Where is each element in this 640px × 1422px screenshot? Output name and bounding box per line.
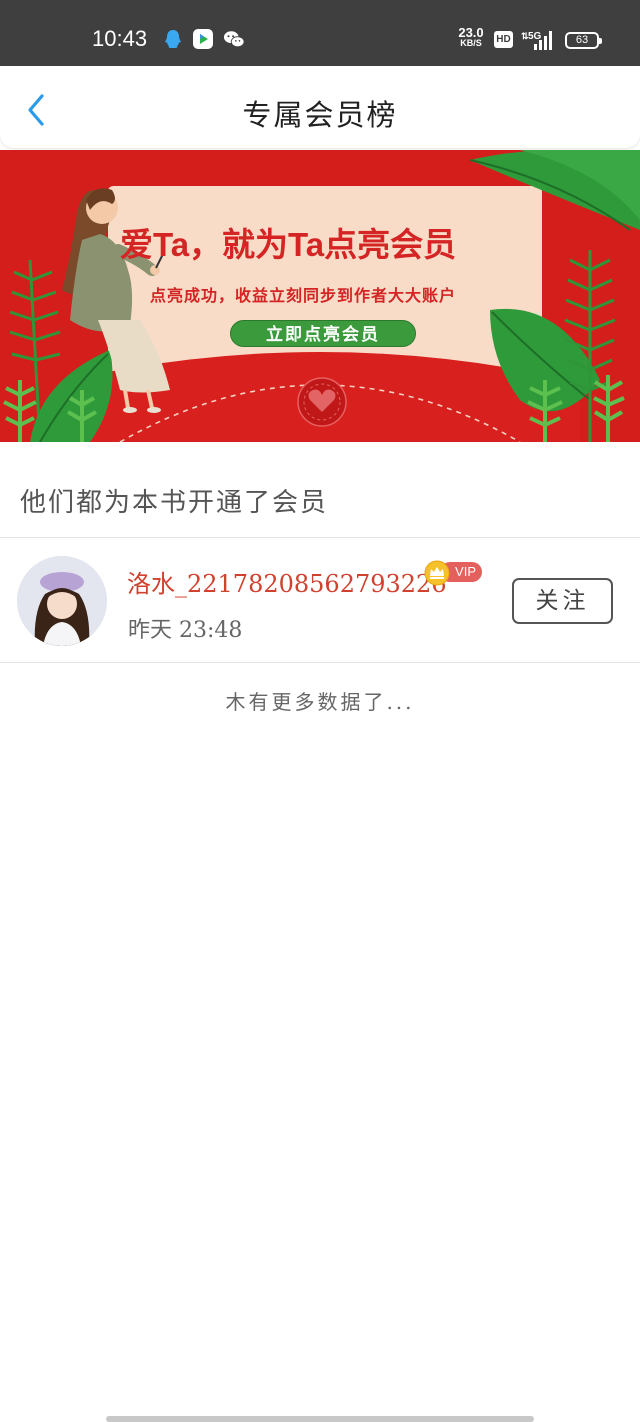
light-up-member-button[interactable]: 立即点亮会员 — [230, 320, 416, 347]
status-bar: 10:43 23.0 KB/S HD ⇅ 5G 63 — [0, 0, 640, 66]
member-open-time: 昨天 23:48 — [128, 618, 243, 643]
crown-icon — [424, 560, 450, 586]
member-name[interactable]: 洛水_22178208562793226 — [127, 564, 447, 599]
wechat-icon — [223, 31, 245, 48]
member-promo-banner[interactable]: 爱Ta，就为Ta点亮会员 点亮成功，收益立刻同步到作者大大账户 立即点亮会员 — [0, 150, 640, 442]
hd-badge: HD — [494, 31, 513, 48]
page-header: 专属会员榜 — [0, 66, 640, 148]
banner-subline: 点亮成功，收益立刻同步到作者大大账户 — [150, 288, 457, 305]
status-time: 10:43 — [92, 26, 148, 51]
battery-indicator: 63 — [565, 32, 602, 49]
qq-icon — [165, 30, 181, 48]
vip-badge: VIP — [424, 560, 482, 586]
page-title: 专属会员榜 — [242, 98, 398, 132]
list-item: 洛水_22178208562793226 VIP 昨天 23:48 关注 — [0, 538, 640, 662]
network-speed: 23.0 KB/S — [458, 25, 484, 48]
avatar[interactable] — [17, 556, 107, 646]
banner-headline: 爱Ta，就为Ta点亮会员 — [120, 226, 457, 263]
signal-5g-icon: ⇅ 5G — [521, 31, 552, 50]
divider — [0, 662, 640, 663]
list-end-text: 木有更多数据了... — [225, 690, 415, 714]
video-app-icon — [193, 29, 213, 49]
avatar-image — [17, 556, 107, 646]
follow-button[interactable]: 关注 — [512, 578, 613, 624]
home-indicator[interactable] — [106, 1416, 534, 1422]
section-title: 他们都为本书开通了会员 — [20, 488, 329, 518]
